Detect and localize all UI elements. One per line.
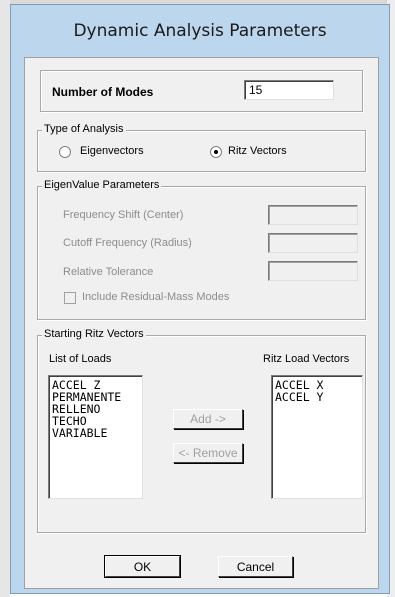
frequency-shift-input[interactable] bbox=[268, 205, 358, 225]
ritz-load-vectors-label: Ritz Load Vectors bbox=[263, 353, 350, 365]
modes-box: Number of Modes 15 bbox=[40, 70, 363, 112]
cutoff-frequency-input[interactable] bbox=[268, 233, 358, 253]
analysis-type-legend: Type of Analysis bbox=[42, 123, 126, 135]
dialog-window: Dynamic Analysis Parameters Number of Mo… bbox=[10, 4, 390, 594]
residual-mass-checkbox[interactable] bbox=[64, 292, 76, 304]
eigenvalue-group: EigenValue Parameters Frequency Shift (C… bbox=[37, 179, 366, 320]
frequency-shift-label: Frequency Shift (Center) bbox=[63, 209, 184, 221]
ritz-vectors-legend: Starting Ritz Vectors bbox=[42, 328, 146, 340]
background-left bbox=[0, 0, 10, 597]
cutoff-frequency-label: Cutoff Frequency (Radius) bbox=[63, 237, 192, 249]
ok-button[interactable]: OK bbox=[104, 555, 181, 578]
list-item[interactable]: ACCEL Y bbox=[275, 391, 359, 403]
radio-selected-dot bbox=[214, 150, 218, 154]
eigenvalue-legend: EigenValue Parameters bbox=[42, 179, 162, 191]
relative-tolerance-label: Relative Tolerance bbox=[63, 266, 154, 278]
residual-mass-label: Include Residual-Mass Modes bbox=[82, 291, 230, 303]
list-item[interactable]: VARIABLE bbox=[52, 427, 139, 439]
modes-label: Number of Modes bbox=[52, 85, 154, 99]
add-button[interactable]: Add -> bbox=[173, 409, 243, 429]
ritz-vectors-radio[interactable] bbox=[210, 146, 222, 158]
ritz-vectors-label[interactable]: Ritz Vectors bbox=[228, 145, 287, 157]
load-list[interactable]: ACCEL Z PERMANENTE RELLENO TECHO VARIABL… bbox=[48, 375, 143, 499]
window-title: Dynamic Analysis Parameters bbox=[73, 21, 327, 41]
list-of-loads-label: List of Loads bbox=[49, 353, 112, 365]
ritz-vectors-group: Starting Ritz Vectors List of Loads Ritz… bbox=[37, 328, 366, 533]
analysis-type-group: Type of Analysis Eigenvectors Ritz Vecto… bbox=[37, 123, 366, 172]
cancel-button[interactable]: Cancel bbox=[218, 556, 293, 577]
relative-tolerance-input[interactable] bbox=[268, 261, 358, 281]
dialog-client-area: Number of Modes 15 Type of Analysis Eige… bbox=[24, 57, 379, 589]
eigenvectors-label[interactable]: Eigenvectors bbox=[80, 145, 144, 157]
modes-input[interactable]: 15 bbox=[244, 80, 334, 100]
remove-button[interactable]: <- Remove bbox=[173, 443, 243, 463]
eigenvectors-radio[interactable] bbox=[59, 146, 71, 158]
ritz-load-list[interactable]: ACCEL X ACCEL Y bbox=[271, 375, 363, 499]
